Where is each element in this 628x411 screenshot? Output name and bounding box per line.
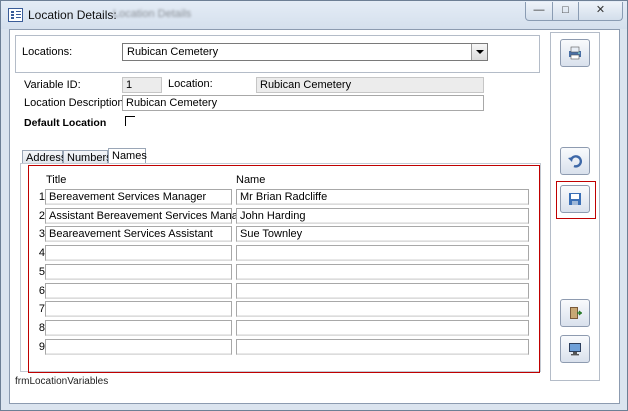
form-icon (8, 8, 23, 22)
row-number: 5 (38, 266, 45, 278)
exit-door-icon (570, 307, 582, 319)
location-description-label: Location Description: (24, 97, 127, 109)
variable-id-value: 1 (126, 79, 133, 91)
location-label: Location: (168, 78, 213, 90)
row-number: 2 (38, 210, 45, 222)
name-cell-value: Sue Townley (240, 228, 303, 240)
location-selector-panel: Locations: Rubican Cemetery (15, 35, 540, 73)
default-location-label: Default Location (24, 117, 107, 129)
title-cell-value: Assistant Bereavement Services Manager (49, 210, 254, 222)
name-cell[interactable]: Mr Brian Radcliffe (236, 189, 529, 205)
monitor-icon (569, 343, 581, 356)
variable-id-field: 1 (122, 77, 162, 93)
print-icon (569, 46, 581, 60)
title-column-header: Title (46, 174, 67, 186)
row-number: 3 (38, 228, 45, 240)
row-number: 4 (38, 247, 45, 259)
undo-button[interactable] (560, 147, 590, 175)
name-cell-value: Mr Brian Radcliffe (240, 191, 328, 203)
name-cell[interactable] (236, 339, 529, 355)
row-number: 7 (38, 303, 45, 315)
window-title-suffix: Location Details (113, 8, 192, 20)
name-column-header: Name (236, 174, 266, 186)
title-cell[interactable] (45, 264, 232, 280)
title-cell[interactable]: Assistant Bereavement Services Manager (45, 208, 254, 224)
row-number: 9 (38, 341, 45, 353)
location-field: Rubican Cemetery (256, 77, 484, 93)
title-cell[interactable] (45, 283, 232, 299)
locations-combo[interactable]: Rubican Cemetery (122, 43, 488, 61)
title-cell[interactable]: Beareavement Services Assistant (45, 226, 232, 242)
name-cell[interactable] (236, 320, 529, 336)
location-value: Rubican Cemetery (260, 79, 352, 91)
window-title: Location Details: (28, 8, 117, 22)
location-description-value: Rubican Cemetery (126, 97, 218, 109)
title-cell[interactable] (45, 245, 232, 261)
app-window: Location Details: Location Details — □ ✕… (0, 0, 628, 411)
locations-label: Locations: (22, 46, 73, 58)
maximize-button[interactable]: □ (552, 2, 579, 21)
default-location-checkbox[interactable] (125, 116, 135, 126)
title-cell-value: Beareavement Services Assistant (49, 228, 213, 240)
form-name: frmLocationVariables (15, 376, 109, 387)
form-body: Locations: Rubican Cemetery Variable ID:… (9, 29, 620, 404)
close-button[interactable]: ✕ (578, 2, 623, 21)
name-cell[interactable] (236, 264, 529, 280)
view-button[interactable] (560, 335, 590, 363)
locations-combo-value: Rubican Cemetery (127, 46, 219, 58)
name-cell[interactable] (236, 283, 529, 299)
location-description-field[interactable]: Rubican Cemetery (122, 95, 484, 111)
name-cell-value: John Harding (240, 210, 306, 222)
exit-button[interactable] (560, 299, 590, 327)
title-cell[interactable] (45, 339, 232, 355)
name-cell[interactable]: Sue Townley (236, 226, 529, 242)
save-button-highlight (556, 181, 596, 219)
undo-icon (568, 155, 582, 168)
chevron-down-icon[interactable] (471, 44, 487, 60)
title-bar[interactable]: Location Details: Location Details — □ ✕ (1, 1, 627, 29)
title-cell-value: Bereavement Services Manager (49, 191, 207, 203)
print-button[interactable] (560, 39, 590, 67)
name-cell[interactable]: John Harding (236, 208, 529, 224)
minimize-button[interactable]: — (525, 2, 553, 21)
variable-id-label: Variable ID: (24, 79, 81, 91)
title-cell[interactable]: Bereavement Services Manager (45, 189, 232, 205)
name-cell[interactable] (236, 245, 529, 261)
name-cell[interactable] (236, 301, 529, 317)
title-cell[interactable] (45, 301, 232, 317)
row-number: 1 (38, 191, 45, 203)
title-cell[interactable] (45, 320, 232, 336)
row-number: 8 (38, 322, 45, 334)
row-number: 6 (38, 285, 45, 297)
